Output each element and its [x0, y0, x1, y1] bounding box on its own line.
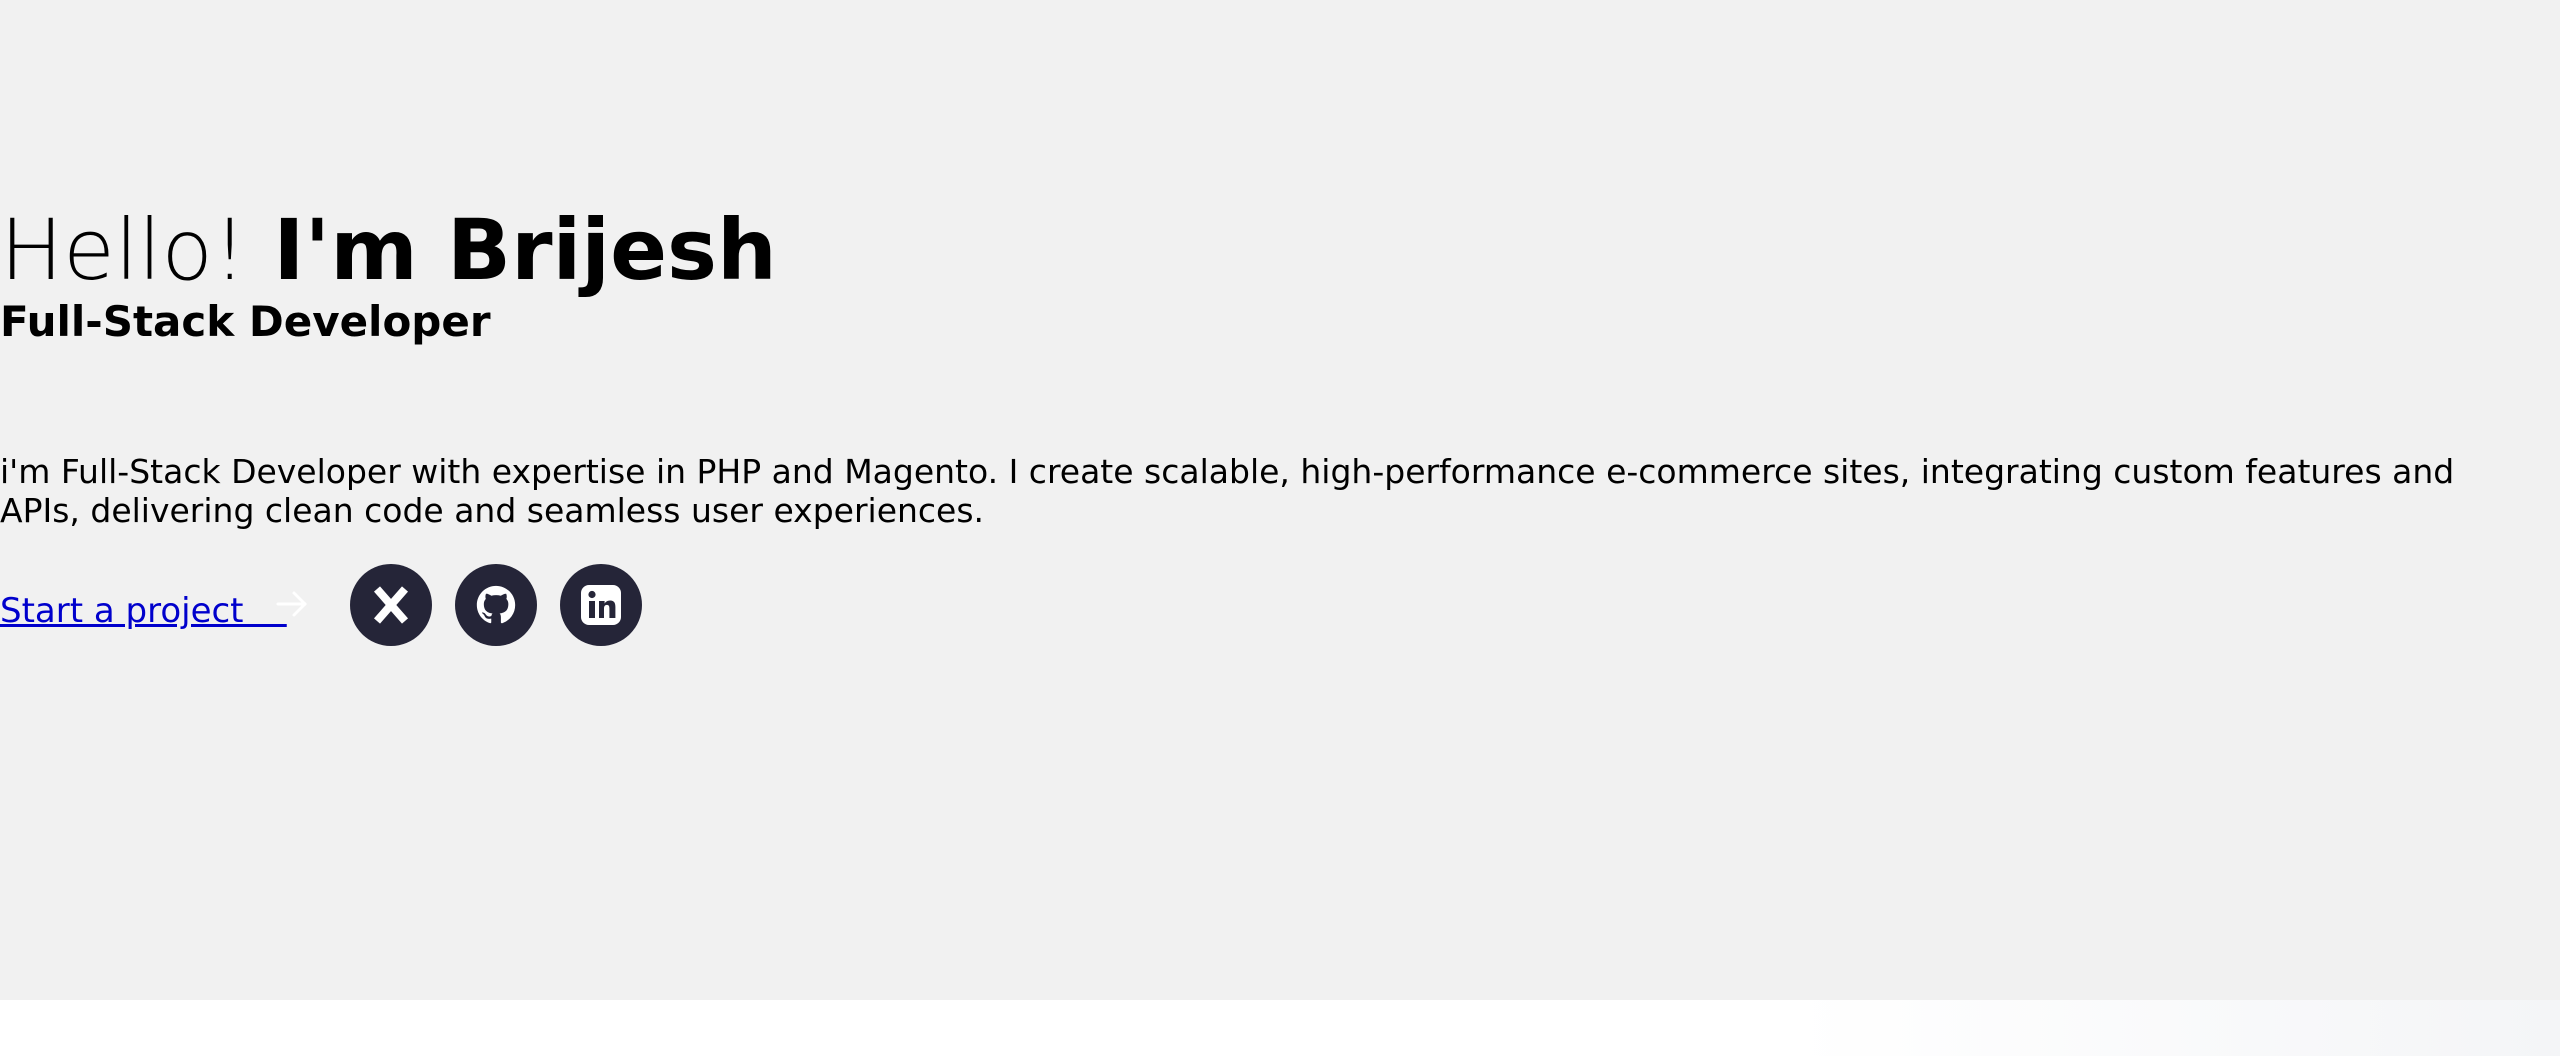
- github-icon: [476, 585, 516, 625]
- arrow-right-icon: [272, 584, 312, 624]
- page-bottom-area: [0, 1000, 2560, 1056]
- linkedin-icon: [579, 583, 623, 627]
- start-project-link[interactable]: Start a project: [0, 590, 287, 632]
- name-text: I'm Brijesh: [273, 201, 777, 299]
- x-twitter-button[interactable]: [350, 564, 432, 646]
- greeting-text: Hello!: [0, 201, 247, 299]
- linkedin-button[interactable]: [560, 564, 642, 646]
- github-button[interactable]: [455, 564, 537, 646]
- hero-headline: Hello! I'm Brijesh: [0, 200, 777, 300]
- intro-paragraph: i'm Full-Stack Developer with expertise …: [0, 452, 2455, 530]
- x-icon: [370, 584, 412, 626]
- hero-section: Hello! I'm Brijesh Full-Stack Developer …: [0, 0, 2560, 1000]
- role-title: Full-Stack Developer: [0, 297, 491, 346]
